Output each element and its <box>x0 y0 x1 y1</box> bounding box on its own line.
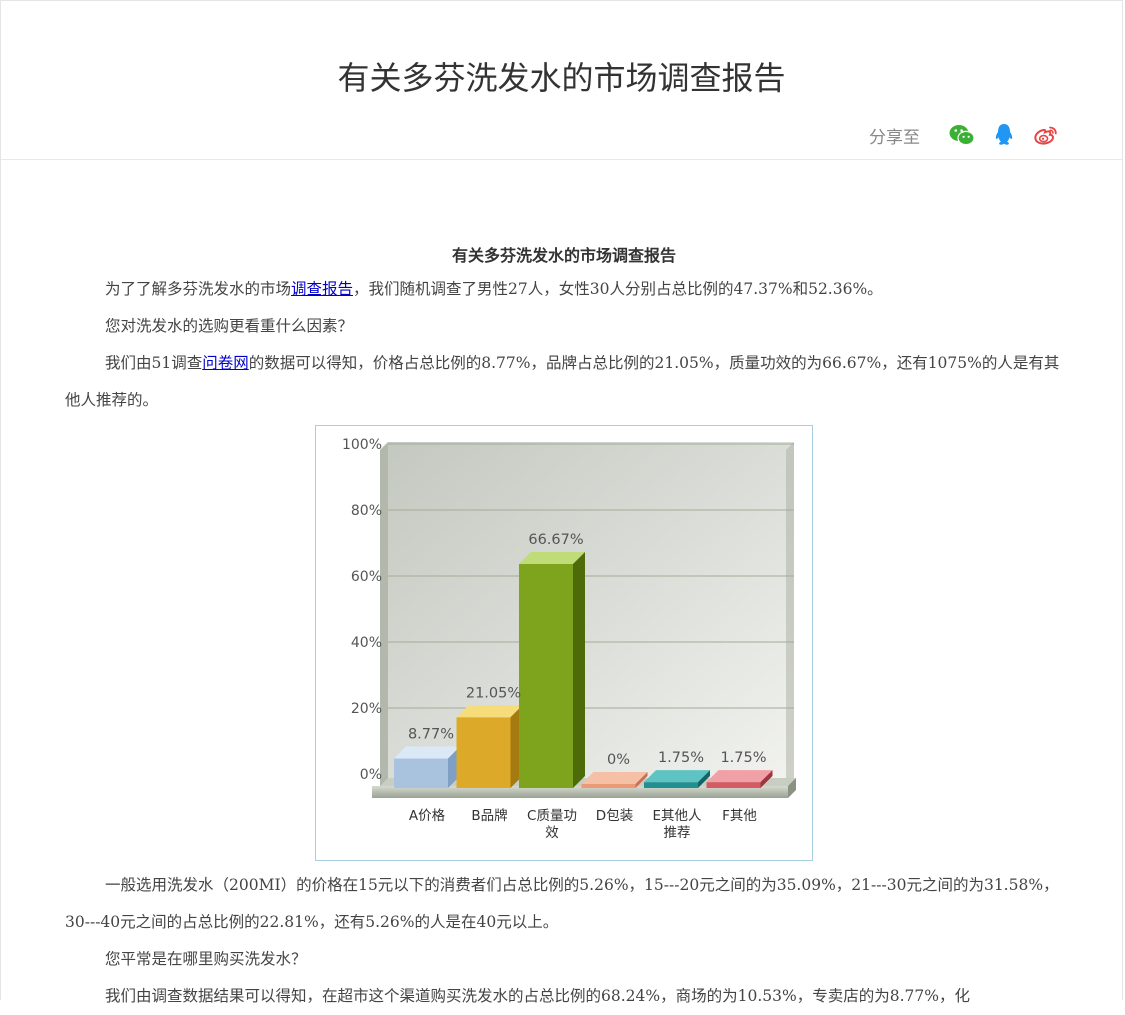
page: 有关多芬洗发水的市场调查报告 分享至 有关多芬洗发水的市场调查报告 为了了解多芬… <box>0 0 1123 1005</box>
paragraph-question-channel: 您平常是在哪里购买洗发水？ <box>105 950 307 968</box>
y-tick-label: 0% <box>360 767 382 783</box>
bar <box>456 705 523 788</box>
y-tick-label: 20% <box>351 701 382 717</box>
bar <box>706 770 773 788</box>
share-bar: 分享至 <box>869 121 1060 149</box>
paragraph-question-factors: 您对洗发水的选购更看重什么因素？ <box>105 317 354 335</box>
paragraph-text: 我们由51调查 <box>105 354 203 372</box>
x-tick-label: A价格 <box>409 808 446 824</box>
bar-side <box>573 551 585 788</box>
bar-front <box>394 758 448 788</box>
bar-chart-svg: 0% 20% 40% 60% 80% 100% 8.77% 21.05% 66.67% 0% 1.… <box>342 437 796 841</box>
paragraph-intro: 为了了解多芬洗发水的市场调查报告，我们随机调查了男性27人，女性30人分别占总比… <box>65 271 1063 308</box>
plot-left-wall <box>380 442 388 790</box>
paragraph-factors-result: 我们由51调查问卷网的数据可以得知，价格占总比例的8.77%，品牌占总比例的21… <box>65 345 1063 419</box>
value-label: 0% <box>607 752 630 768</box>
weibo-icon[interactable] <box>1032 121 1060 149</box>
value-label: 1.75% <box>658 750 704 766</box>
y-tick-label: 80% <box>351 503 382 519</box>
value-label: 66.67% <box>528 532 583 548</box>
bar <box>519 551 585 788</box>
bar-front <box>456 717 511 788</box>
survey-report-link[interactable]: 调查报告 <box>291 280 353 298</box>
x-tick-label: F其他 <box>722 808 757 824</box>
x-axis-labels: A价格 B品牌 C质量功效 D包装 E其他人推荐 F其他 <box>409 807 757 841</box>
bar-front <box>581 784 636 788</box>
article-heading: 有关多芬洗发水的市场调查报告 <box>451 246 676 265</box>
bar <box>644 770 710 788</box>
qq-icon[interactable] <box>990 121 1018 149</box>
wenjuan-link[interactable]: 问卷网 <box>202 354 249 372</box>
bar <box>394 746 460 788</box>
bar-front <box>706 782 761 788</box>
bar-front <box>644 782 698 788</box>
x-tick-label: 推荐 <box>664 825 691 841</box>
x-tick-label: D包装 <box>596 808 633 824</box>
bar-chart: 0% 20% 40% 60% 80% 100% 8.77% 21.05% 66.67% 0% 1.… <box>315 425 813 861</box>
article-body: 有关多芬洗发水的市场调查报告 为了了解多芬洗发水的市场调查报告，我们随机调查了男… <box>65 241 1063 1015</box>
y-tick-label: 60% <box>351 569 382 585</box>
value-label: 1.75% <box>720 750 766 766</box>
page-header: 有关多芬洗发水的市场调查报告 分享至 <box>1 1 1122 160</box>
bar-front <box>519 563 573 788</box>
x-tick-label: C质量功 <box>527 808 577 824</box>
y-axis-ticks: 0% 20% 40% 60% 80% 100% <box>342 437 382 783</box>
page-title: 有关多芬洗发水的市场调查报告 <box>337 59 786 97</box>
share-label: 分享至 <box>869 127 920 148</box>
value-label: 8.77% <box>408 727 454 743</box>
wechat-icon[interactable] <box>948 121 976 149</box>
bar <box>581 772 648 788</box>
paragraph-price-result: 一般选用洗发水（200MI）的价格在15元以下的消费者们占总比例的5.26%，1… <box>65 876 1059 931</box>
y-tick-label: 100% <box>342 437 382 453</box>
value-label: 21.05% <box>466 685 521 701</box>
paragraph-text: 为了了解多芬洗发水的市场 <box>105 280 292 298</box>
x-tick-label: 效 <box>545 825 559 841</box>
paragraph-text: ，我们随机调查了男性27人，女性30人分别占总比例的47.37%和52.36%。 <box>353 280 883 298</box>
plot-right-edge <box>786 442 794 790</box>
x-tick-label: B品牌 <box>471 807 507 824</box>
paragraph-channel-result: 我们由调查数据结果可以得知，在超市这个渠道购买洗发水的占总比例的68.24%，商… <box>105 987 970 1005</box>
x-tick-label: E其他人 <box>652 808 702 824</box>
y-tick-label: 40% <box>351 635 382 651</box>
